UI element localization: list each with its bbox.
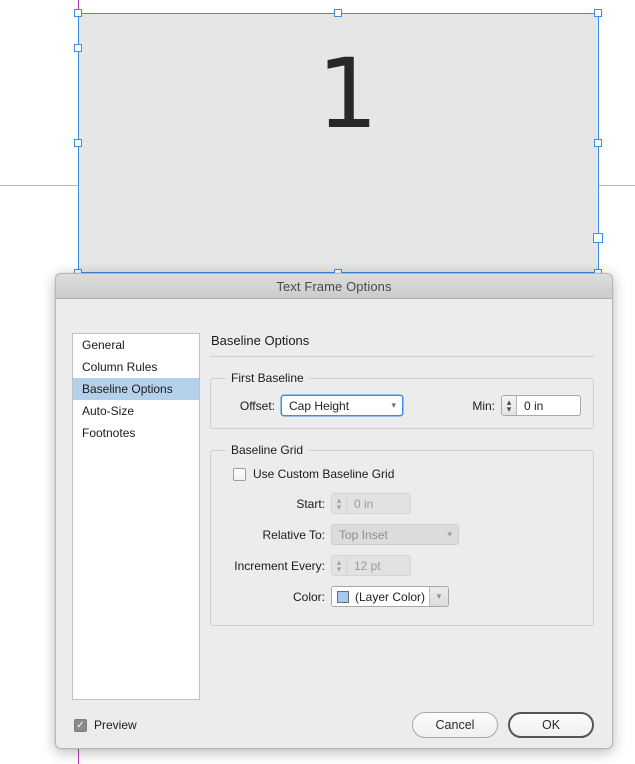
color-swatch-icon <box>337 590 349 603</box>
increment-every-label: Increment Every: <box>234 558 325 573</box>
dialog-content-pane: Baseline Options First Baseline Offset: … <box>210 333 594 640</box>
color-select-field[interactable]: (Layer Color) <box>332 587 429 606</box>
color-select-value: (Layer Color) <box>355 589 426 604</box>
chevron-down-icon: ▾ <box>447 528 452 539</box>
use-custom-baseline-grid-checkbox[interactable] <box>233 467 246 481</box>
color-label: Color: <box>292 589 325 604</box>
baseline-grid-group: Baseline Grid Use Custom Baseline Grid S… <box>210 443 594 626</box>
dialog-sidebar[interactable]: General Column Rules Baseline Options Au… <box>72 333 200 700</box>
sidebar-item-auto-size[interactable]: Auto-Size <box>73 400 199 422</box>
color-select[interactable]: (Layer Color) ▾ <box>331 586 449 607</box>
start-value: 0 in <box>354 496 374 511</box>
cancel-button[interactable]: Cancel <box>412 712 498 738</box>
stepper-icon[interactable]: ▴ ▾ <box>332 494 347 513</box>
selection-handle-top-right[interactable] <box>594 9 602 17</box>
dialog-footer: ✓ Preview Cancel OK <box>56 701 612 748</box>
dialog-body: General Column Rules Baseline Options Au… <box>56 299 612 748</box>
selected-text-frame[interactable]: 1 <box>78 13 599 273</box>
selection-handle-middle-right[interactable] <box>594 139 602 147</box>
offset-label: Offset: <box>239 398 275 413</box>
first-baseline-offset-row: Offset: Cap Height ▾ Min: ▴ ▾ 0 in <box>223 395 581 416</box>
increment-numeric-field[interactable]: ▴ ▾ 12 pt <box>331 555 411 576</box>
color-row: Color: (Layer Color) ▾ <box>223 586 581 607</box>
chevron-down-icon: ▾ <box>391 399 396 410</box>
selection-handle-in-port[interactable] <box>74 44 82 52</box>
start-numeric-field[interactable]: ▴ ▾ 0 in <box>331 493 411 514</box>
pane-title: Baseline Options <box>211 333 310 348</box>
ok-button[interactable]: OK <box>508 712 594 738</box>
selection-handle-top-left[interactable] <box>74 9 82 17</box>
relative-to-select-value: Top Inset <box>339 527 388 542</box>
pane-divider <box>210 356 594 357</box>
min-label: Min: <box>472 398 495 413</box>
dialog-title: Text Frame Options <box>276 278 392 294</box>
stepper-icon[interactable]: ▴ ▾ <box>502 396 517 415</box>
min-numeric-field[interactable]: ▴ ▾ 0 in <box>501 395 581 416</box>
sidebar-item-footnotes[interactable]: Footnotes <box>73 422 199 444</box>
screen: 1 Text Frame Options General Column Rule… <box>0 0 635 764</box>
text-frame-options-dialog: Text Frame Options General Column Rules … <box>55 273 613 749</box>
preview-checkbox[interactable]: ✓ <box>74 718 87 732</box>
offset-select[interactable]: Cap Height ▾ <box>281 395 403 416</box>
selection-handle-out-port[interactable] <box>593 233 603 243</box>
use-custom-baseline-grid-row[interactable]: Use Custom Baseline Grid <box>223 467 581 481</box>
dialog-titlebar[interactable]: Text Frame Options <box>56 274 612 299</box>
baseline-grid-legend: Baseline Grid <box>231 443 304 457</box>
chevron-down-icon[interactable]: ▾ <box>429 587 448 606</box>
increment-value: 12 pt <box>354 558 381 573</box>
frame-text-content: 1 <box>317 38 379 150</box>
selection-handle-top-center[interactable] <box>334 9 342 17</box>
stepper-icon[interactable]: ▴ ▾ <box>332 556 347 575</box>
offset-select-value: Cap Height <box>289 398 350 413</box>
preview-row[interactable]: ✓ Preview <box>74 718 137 732</box>
sidebar-item-baseline-options[interactable]: Baseline Options <box>73 378 199 400</box>
relative-to-select[interactable]: Top Inset ▾ <box>331 524 459 545</box>
increment-every-row: Increment Every: ▴ ▾ 12 pt <box>223 555 581 576</box>
use-custom-baseline-grid-label: Use Custom Baseline Grid <box>253 467 395 481</box>
selection-handle-middle-left[interactable] <box>74 139 82 147</box>
sidebar-item-general[interactable]: General <box>73 334 199 356</box>
start-row: Start: ▴ ▾ 0 in <box>223 493 581 514</box>
relative-to-label: Relative To: <box>262 527 325 542</box>
relative-to-row: Relative To: Top Inset ▾ <box>223 524 581 545</box>
margin-guide-bottom <box>78 748 79 764</box>
min-value: 0 in <box>524 398 544 413</box>
sidebar-item-column-rules[interactable]: Column Rules <box>73 356 199 378</box>
first-baseline-group: First Baseline Offset: Cap Height ▾ Min:… <box>210 371 594 429</box>
preview-label: Preview <box>94 718 137 732</box>
start-label: Start: <box>296 496 325 511</box>
first-baseline-legend: First Baseline <box>231 371 304 385</box>
